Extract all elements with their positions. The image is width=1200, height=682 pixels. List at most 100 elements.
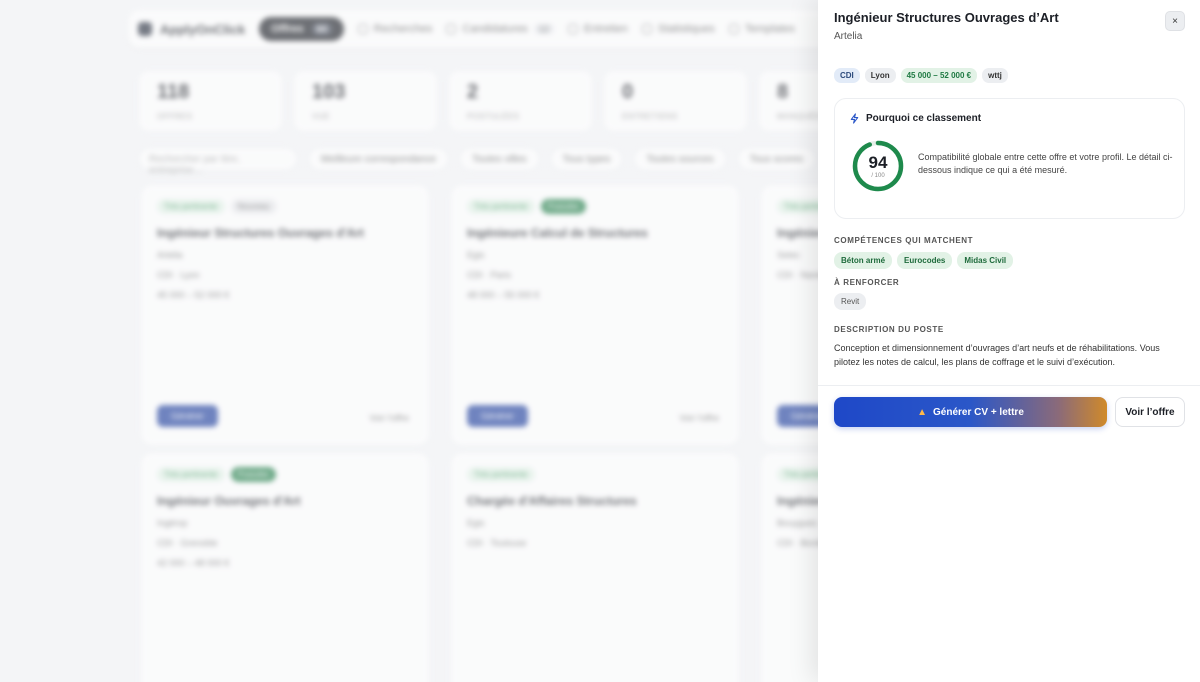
nav-tab-label: Templates: [744, 23, 795, 35]
generate-button[interactable]: Générer: [467, 405, 529, 427]
sort-select[interactable]: Meilleure correspondance: [308, 147, 450, 171]
drawer-header: Ingénieur Structures Ouvrages d’Art Arte…: [834, 10, 1184, 42]
job-title: Ingénieur Structures Ouvrages d’Art: [834, 10, 1059, 25]
skill-chip: Béton armé: [834, 252, 893, 269]
briefcase-icon: [446, 24, 457, 34]
skill-chip: Eurocodes: [897, 252, 953, 269]
view-offer-button[interactable]: Voir l’offre: [1115, 397, 1185, 427]
job-card[interactable]: Très pertinente Chargée d'Affaires Struc…: [450, 452, 740, 682]
lightning-icon: [850, 113, 859, 124]
contract-tag: CDI: [834, 68, 860, 83]
stat-label: OFFRES: [157, 112, 193, 121]
stat-value: 103: [312, 81, 346, 103]
nav-tab-label: Statistiques: [657, 23, 715, 35]
ranking-heading: Pourquoi ce classement: [849, 113, 981, 124]
nav-tab-templates[interactable]: Templates: [728, 23, 795, 35]
job-card[interactable]: Très pertinente Postulée Ingénieure Calcu…: [450, 184, 740, 446]
chat-icon: [567, 24, 578, 34]
salary: 48 000 – 55 000 €: [467, 290, 540, 300]
company-name: Egis: [467, 518, 485, 528]
city-select[interactable]: Toutes villes: [459, 147, 540, 171]
job-tags: CDI Lyon 45 000 – 52 000 € wttj: [834, 68, 1008, 83]
job-meta: CDI · Paris: [467, 270, 512, 280]
app-name: ApplyOnClick: [160, 21, 246, 37]
score-value: 94: [868, 152, 888, 172]
app-logo[interactable]: ApplyOnClick: [138, 22, 245, 37]
stat-value: 118: [157, 81, 190, 103]
close-icon: ×: [1172, 15, 1178, 27]
relevance-badge: Très pertinente: [157, 467, 225, 482]
job-title: Ingénieur Structures Ouvrages d'Art: [157, 226, 364, 240]
company-name: Artelia: [834, 31, 863, 42]
template-icon: [728, 24, 739, 34]
company-name: Artelia: [157, 250, 183, 260]
job-meta: CDI · Toulouse: [467, 538, 527, 548]
skill-chip: Revit: [834, 293, 867, 310]
skills-match-list: Béton armé Eurocodes Midas Civil: [834, 252, 1014, 269]
job-card[interactable]: Très pertinente Postulée Ingénieur Ouvrag…: [140, 452, 430, 682]
job-meta: CDI · Grenoble: [157, 538, 218, 548]
nav-tab-count: 12: [533, 24, 554, 34]
chart-icon: [641, 24, 652, 34]
stat-card: 103 VUE: [293, 70, 438, 132]
location-tag: Lyon: [864, 68, 896, 83]
score-select[interactable]: Tous scores: [736, 147, 816, 171]
relevance-badge: Très pertinente: [467, 199, 535, 214]
generate-cv-button[interactable]: ▲ Générer CV + lettre: [834, 397, 1107, 427]
nav-tab-count: 64: [311, 23, 332, 35]
company-name: Ingérop: [157, 518, 188, 528]
skills-improve-list: Revit: [834, 293, 867, 310]
type-select[interactable]: Tous types: [549, 147, 624, 171]
nav-tab-label: Recherches: [373, 23, 433, 35]
nav-tab-candidatures[interactable]: Candidatures 12: [446, 23, 554, 35]
score-readout: 94 / 100: [851, 139, 905, 193]
job-card[interactable]: Très pertinente Nouveau Ingénieur Structu…: [140, 184, 430, 446]
flame-icon: ▲: [917, 406, 928, 418]
view-offer-label: Voir l’offre: [1125, 406, 1175, 418]
nav-tab-label: Offres: [271, 23, 304, 35]
relevance-badge: Très pertinente: [157, 199, 225, 214]
skill-chip: Midas Civil: [957, 252, 1014, 269]
salary: 45 000 – 52 000 €: [157, 290, 230, 300]
job-title: Ingénieure Calcul de Structures: [467, 226, 648, 240]
stat-label: VUE: [312, 112, 330, 121]
drawer-footer: ▲ Générer CV + lettre Voir l’offre: [818, 385, 1200, 437]
stat-card: 0 ENTRETIENS: [603, 70, 748, 132]
search-icon: [357, 24, 368, 34]
nav-tab-label: Entretien: [583, 23, 628, 35]
top-navbar: ApplyOnClick Offres 64 Recherches Candid…: [128, 10, 888, 48]
ranking-panel: Pourquoi ce classement 94 / 100 Compatib…: [834, 98, 1185, 219]
skills-match-heading: Compétences qui matchent: [834, 236, 974, 245]
nav-tab-statistiques[interactable]: Statistiques: [641, 23, 715, 35]
status-badge: Postulée: [540, 199, 586, 214]
score-max: / 100: [871, 172, 885, 179]
salary: 42 000 – 48 000 €: [157, 558, 230, 568]
salary-tag: 45 000 – 52 000 €: [900, 68, 978, 83]
ranking-title: Pourquoi ce classement: [866, 113, 982, 124]
status-badge: Postulée: [230, 467, 276, 482]
stat-value: 0: [622, 81, 634, 103]
nav-tab-recherches[interactable]: Recherches: [357, 23, 433, 35]
view-offer-link[interactable]: Voir l'offre: [679, 413, 719, 423]
skills-improve-heading: À renforcer: [834, 278, 900, 287]
stat-label: ENTRETIENS: [622, 112, 678, 121]
generate-button[interactable]: Générer: [157, 405, 219, 427]
stat-card: 118 OFFRES: [138, 70, 283, 132]
job-detail-drawer: Ingénieur Structures Ouvrages d’Art Arte…: [818, 0, 1200, 682]
description-heading: Description du poste: [834, 325, 944, 334]
ranking-description: Compatibilité globale entre cette offre …: [918, 152, 1173, 175]
filter-bar: Rechercher par titre, entreprise… Meille…: [138, 147, 816, 176]
search-input[interactable]: Rechercher par titre, entreprise…: [138, 147, 298, 176]
close-button[interactable]: ×: [1165, 11, 1185, 31]
generate-cv-label: Générer CV + lettre: [933, 406, 1024, 418]
stat-label: POSTULÉES: [467, 112, 520, 121]
nav-tab-offres[interactable]: Offres 64: [259, 17, 344, 41]
view-offer-link[interactable]: Voir l'offre: [369, 413, 409, 423]
source-select[interactable]: Toutes sources: [633, 147, 727, 171]
job-meta: CDI · Lyon: [157, 270, 200, 280]
stat-card: 2 POSTULÉES: [448, 70, 593, 132]
logo-icon: [138, 22, 152, 36]
nav-tab-entretien[interactable]: Entretien: [567, 23, 628, 35]
nav-tab-label: Candidatures: [462, 23, 528, 35]
company-name: Egis: [467, 250, 485, 260]
